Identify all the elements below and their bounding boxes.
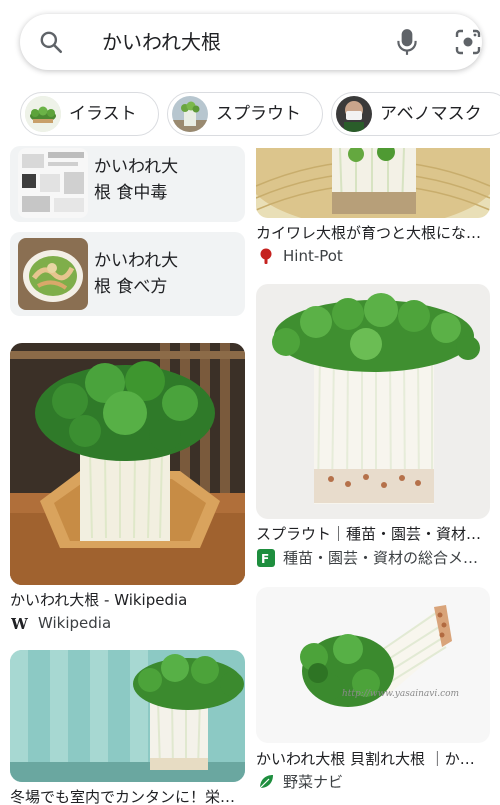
chip-thumbnail bbox=[25, 96, 61, 132]
svg-text:F: F bbox=[261, 552, 269, 566]
related-search-card[interactable]: かいわれ大根 食べ方 bbox=[10, 232, 245, 316]
related-search-label: かいわれ大根 食中毒 bbox=[94, 157, 179, 203]
chip-thumbnail bbox=[336, 96, 372, 132]
result-title[interactable]: かいわれ大根 - Wikipedia bbox=[10, 589, 245, 611]
result-image[interactable] bbox=[256, 148, 490, 218]
result-title[interactable]: 冬場でも室内でカンタンに！栄… bbox=[10, 786, 245, 805]
result-source[interactable]: Wikipedia bbox=[38, 612, 238, 634]
chip-sprout[interactable]: スプラウト bbox=[167, 92, 323, 136]
camera-lens-icon[interactable] bbox=[454, 28, 482, 56]
image-watermark: http://www.yasainavi.com bbox=[342, 689, 460, 699]
hint-pot-icon bbox=[260, 248, 272, 264]
svg-text:W: W bbox=[11, 615, 29, 632]
wikipedia-icon: W bbox=[11, 615, 29, 632]
leaf-icon bbox=[259, 775, 273, 789]
chip-illust[interactable]: イラスト bbox=[20, 92, 159, 136]
result-image[interactable] bbox=[10, 343, 245, 585]
result-source[interactable]: 野菜ナビ bbox=[283, 771, 483, 793]
related-search-thumbnail bbox=[18, 238, 88, 310]
related-search-thumbnail bbox=[18, 148, 88, 218]
chip-thumbnail bbox=[172, 96, 208, 132]
result-image[interactable]: http://www.yasainavi.com bbox=[256, 587, 490, 743]
microphone-icon[interactable] bbox=[394, 27, 420, 57]
search-icon[interactable] bbox=[38, 29, 64, 55]
chip-label: スプラウト bbox=[216, 104, 301, 124]
chip-label: イラスト bbox=[69, 104, 137, 124]
result-source[interactable]: 種苗・園芸・資材の総合メ… bbox=[283, 547, 489, 569]
result-title[interactable]: かいわれ大根 貝割れ大根 ｜か… bbox=[256, 748, 490, 770]
result-title[interactable]: カイワレ大根が育つと大根にな… bbox=[256, 222, 490, 244]
result-title[interactable]: スプラウト｜種苗・園芸・資材… bbox=[256, 523, 490, 545]
seed-shop-icon: F bbox=[257, 549, 275, 567]
related-search-label: かいわれ大根 食べ方 bbox=[94, 251, 179, 297]
result-image[interactable] bbox=[10, 650, 245, 782]
related-search-card[interactable]: かいわれ大根 食中毒 bbox=[10, 146, 245, 222]
result-image[interactable] bbox=[256, 284, 490, 519]
chip-label: アベノマスク bbox=[380, 104, 482, 124]
chip-abenomask[interactable]: アベノマスク bbox=[331, 92, 500, 136]
result-source[interactable]: Hint-Pot bbox=[283, 245, 483, 267]
search-input[interactable]: かいわれ大根 bbox=[102, 28, 221, 56]
search-bar[interactable]: かいわれ大根 bbox=[20, 14, 482, 70]
